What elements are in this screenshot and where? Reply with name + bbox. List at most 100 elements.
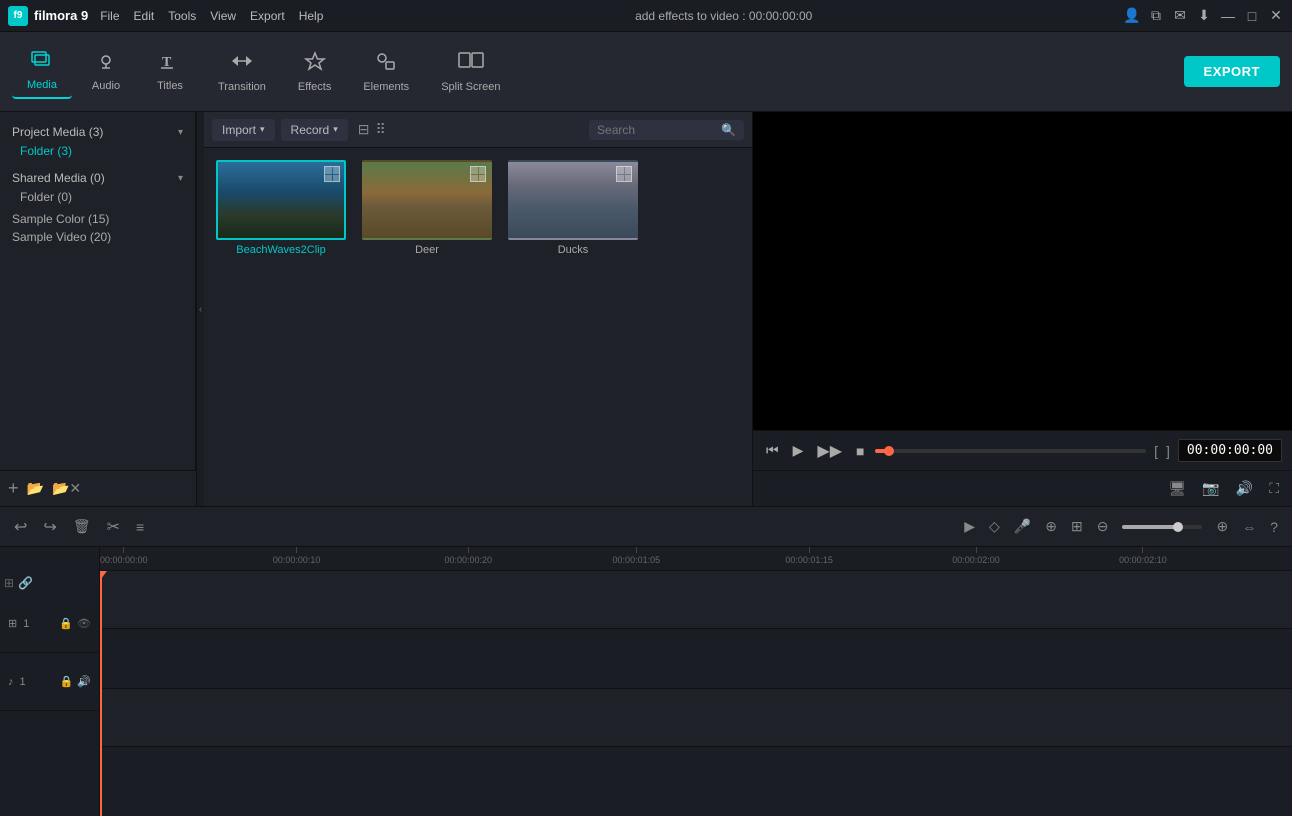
- sidebar-shared-folder-item[interactable]: Folder (0): [8, 188, 187, 206]
- fullscreen-button[interactable]: ⛶: [1266, 477, 1282, 500]
- toolbar-effects[interactable]: Effects: [284, 45, 345, 99]
- media-item-ducks[interactable]: Ducks: [508, 160, 638, 256]
- user-icon[interactable]: 👤: [1124, 8, 1140, 24]
- filter-icon[interactable]: ⊟: [358, 121, 370, 138]
- close-button[interactable]: ✕: [1268, 8, 1284, 24]
- prev-bracket-button[interactable]: [: [1154, 443, 1158, 459]
- preview-area: [753, 112, 1292, 430]
- prev-frame-button[interactable]: ⏮: [763, 439, 782, 462]
- mark-button[interactable]: ◇: [985, 514, 1004, 539]
- import-caret: ▾: [260, 124, 265, 135]
- track-row-video1[interactable]: [100, 571, 1292, 629]
- logo-icon: f9: [8, 6, 28, 26]
- sidebar-folder-item[interactable]: Folder (3): [8, 142, 187, 160]
- search-icon[interactable]: 🔍: [721, 123, 736, 137]
- grid-icon[interactable]: ⠿: [376, 121, 386, 138]
- record-audio-button[interactable]: 🎤: [1010, 514, 1035, 539]
- transition-label: Transition: [218, 81, 266, 93]
- toolbar-titles[interactable]: T Titles: [140, 46, 200, 98]
- sidebar-sample-video[interactable]: Sample Video (20): [0, 228, 195, 246]
- toolbar-audio[interactable]: Audio: [76, 46, 136, 98]
- media-thumb-beachwaves: [216, 160, 346, 240]
- video-track-controls: 🔒 👁: [59, 617, 91, 630]
- toolbar-transition[interactable]: Transition: [204, 45, 280, 99]
- media-label-ducks: Ducks: [558, 244, 589, 256]
- track-headers: ⊞ 🔗 ⊞ 1 🔒 👁 ♪ 1 🔒 🔊: [0, 547, 100, 816]
- preview-panel: ⏮ ▶ ▶▶ ■ [ ] 00:00:00:00 🖥 📷 🔊 ⛶: [752, 112, 1292, 506]
- import-label: Import: [222, 123, 256, 137]
- zoom-in-button[interactable]: ⊕: [1212, 514, 1232, 539]
- play-pause-button[interactable]: ▶: [790, 439, 807, 462]
- add-folder-button[interactable]: 📂: [27, 480, 44, 497]
- adjust-button[interactable]: ≡: [132, 515, 148, 539]
- import-button[interactable]: Import ▾: [212, 119, 275, 141]
- content-panel: Import ▾ Record ▾ ⊟ ⠿ 🔍: [204, 112, 752, 506]
- toolbar-elements[interactable]: Elements: [349, 45, 423, 99]
- search-input[interactable]: [597, 123, 717, 137]
- render-button[interactable]: 🖥: [1166, 477, 1190, 500]
- next-bracket-button[interactable]: ]: [1166, 443, 1170, 459]
- ruler-marks-container: 00:00:00:00 00:00:00:10 00:00:00:20 00:0…: [100, 547, 1292, 570]
- menu-view[interactable]: View: [210, 9, 236, 23]
- track-row-audio1[interactable]: [100, 689, 1292, 747]
- media-item-beachwaves[interactable]: BeachWaves2Clip: [216, 160, 346, 256]
- fit-button[interactable]: ⇔: [1238, 515, 1260, 539]
- record-button[interactable]: Record ▾: [281, 119, 348, 141]
- split-windows-icon[interactable]: ⧉: [1148, 8, 1164, 24]
- snapshot-button[interactable]: 📷: [1199, 477, 1222, 500]
- audio-lock-button[interactable]: 🔒: [60, 675, 74, 688]
- menu-edit[interactable]: Edit: [134, 9, 155, 23]
- toolbar-media[interactable]: Media: [12, 45, 72, 99]
- menu-tools[interactable]: Tools: [168, 9, 196, 23]
- record-label: Record: [291, 123, 330, 137]
- audio-volume-button[interactable]: 🔊: [77, 675, 91, 688]
- video-visibility-button[interactable]: 👁: [77, 617, 91, 630]
- remove-folder-button[interactable]: 📂✕: [52, 480, 81, 497]
- tracks-container: [100, 571, 1292, 816]
- insert-button[interactable]: ⊕: [1041, 514, 1061, 539]
- sidebar-project-media-header[interactable]: Project Media (3) ▾: [8, 122, 187, 142]
- preview-progress-bar[interactable]: [875, 449, 1146, 453]
- delete-button[interactable]: 🗑: [69, 514, 95, 539]
- video-lock-button[interactable]: 🔒: [59, 617, 73, 630]
- export-button[interactable]: EXPORT: [1184, 56, 1280, 87]
- minimize-button[interactable]: —: [1220, 8, 1236, 24]
- menu-file[interactable]: File: [100, 9, 119, 23]
- download-icon[interactable]: ⬇: [1196, 8, 1212, 24]
- link-button[interactable]: 🔗: [18, 576, 33, 590]
- titles-label: Titles: [157, 80, 183, 92]
- play-timeline-button[interactable]: ▶: [960, 514, 979, 539]
- preview-controls: ⏮ ▶ ▶▶ ■ [ ] 00:00:00:00: [753, 430, 1292, 470]
- help-button[interactable]: ?: [1266, 515, 1282, 539]
- track-header-video1: ⊞ 1 🔒 👁: [0, 595, 99, 653]
- play-button[interactable]: ▶▶: [814, 438, 845, 464]
- audio-track-controls: 🔒 🔊: [60, 675, 91, 688]
- menu-help[interactable]: Help: [299, 9, 324, 23]
- window-title: add effects to video : 00:00:00:00: [323, 9, 1124, 23]
- grid-overlay-ducks: [616, 166, 632, 182]
- audio-track-icon: ♪: [8, 676, 14, 688]
- zoom-slider[interactable]: [1122, 525, 1202, 529]
- volume-button[interactable]: 🔊: [1233, 477, 1256, 500]
- sidebar-shared-media-header[interactable]: Shared Media (0) ▾: [8, 168, 187, 188]
- media-item-deer[interactable]: Deer: [362, 160, 492, 256]
- split-button[interactable]: ⊞: [1067, 514, 1087, 539]
- main-toolbar: Media Audio T Titles: [0, 32, 1292, 112]
- stop-button[interactable]: ■: [853, 440, 867, 462]
- cut-button[interactable]: ✂: [103, 513, 124, 541]
- timeline-content: ⊞ 🔗 ⊞ 1 🔒 👁 ♪ 1 🔒 🔊: [0, 547, 1292, 816]
- snap-button[interactable]: ⊞: [4, 576, 14, 590]
- menu-export[interactable]: Export: [250, 9, 285, 23]
- sidebar-sample-color[interactable]: Sample Color (15): [0, 210, 195, 228]
- sidebar-collapse-handle[interactable]: ‹: [196, 112, 204, 506]
- undo-button[interactable]: ↩: [10, 513, 31, 541]
- redo-button[interactable]: ↪: [39, 513, 60, 541]
- add-media-button[interactable]: +: [8, 478, 19, 499]
- message-icon[interactable]: ✉: [1172, 8, 1188, 24]
- maximize-button[interactable]: □: [1244, 8, 1260, 24]
- titlebar: f9 filmora 9 File Edit Tools View Export…: [0, 0, 1292, 32]
- audio-track-label: 1: [20, 676, 26, 688]
- timeline-toolbar: ↩ ↪ 🗑 ✂ ≡ ▶ ◇ 🎤 ⊕ ⊞ ⊖ ⊕ ⇔ ?: [0, 507, 1292, 547]
- zoom-out-button[interactable]: ⊖: [1093, 514, 1113, 539]
- toolbar-splitscreen[interactable]: Split Screen: [427, 45, 514, 99]
